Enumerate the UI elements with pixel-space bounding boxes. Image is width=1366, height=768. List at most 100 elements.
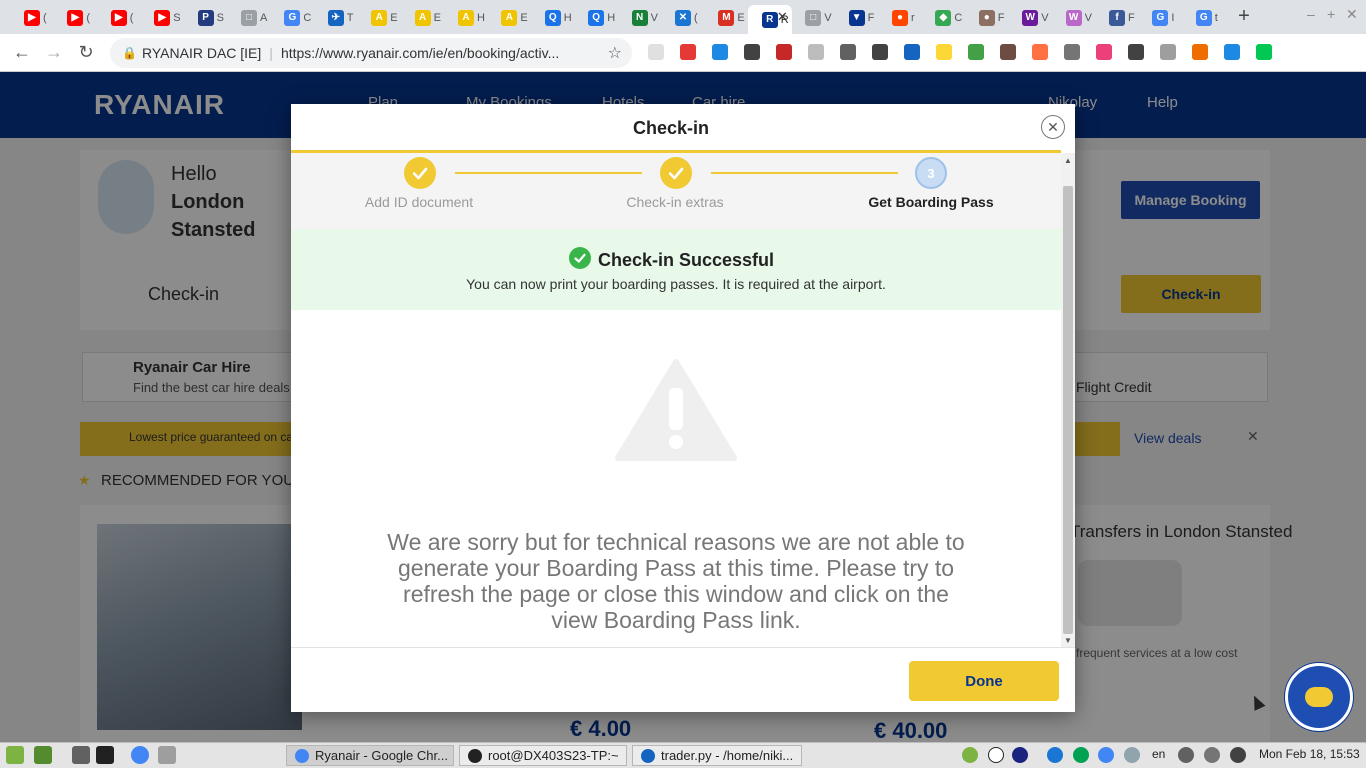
- browser-tab[interactable]: ● F: [965, 5, 1006, 30]
- browser-tab[interactable]: WV: [1052, 5, 1093, 30]
- extension-icon[interactable]: [1192, 44, 1208, 60]
- browser-tab[interactable]: ◆ C: [921, 5, 962, 30]
- hangouts-icon[interactable]: [1073, 747, 1089, 763]
- browser-tab[interactable]: Gt: [1182, 5, 1223, 30]
- tab-title: E: [520, 11, 528, 24]
- extension-icon[interactable]: [840, 44, 856, 60]
- file-manager-icon[interactable]: [72, 746, 90, 764]
- minimize-button[interactable]: –: [1307, 6, 1315, 22]
- step-label-add-id: Add ID document: [364, 194, 474, 210]
- browser-tab[interactable]: □ V: [791, 5, 832, 30]
- browser-tab[interactable]: ▶(: [53, 5, 94, 30]
- extension-icon[interactable]: [648, 44, 664, 60]
- tab-favicon-icon: G: [284, 9, 301, 26]
- browser-tab[interactable]: GC: [270, 5, 311, 30]
- extension-icon[interactable]: [776, 44, 792, 60]
- volume-icon[interactable]: [1178, 747, 1194, 763]
- extension-icon[interactable]: [1096, 44, 1112, 60]
- close-icon[interactable]: ✕: [1041, 115, 1065, 139]
- scroll-up-arrow-icon[interactable]: ▲: [1063, 156, 1073, 165]
- start-menu-icon[interactable]: [6, 746, 24, 764]
- maximize-button[interactable]: +: [1327, 6, 1335, 22]
- chat-button[interactable]: [1285, 663, 1353, 731]
- extension-icon[interactable]: [1224, 44, 1240, 60]
- forward-arrow-icon[interactable]: →: [43, 42, 65, 63]
- system-clock[interactable]: Mon Feb 18, 15:53: [1259, 747, 1360, 761]
- browser-tab[interactable]: WV: [1008, 5, 1049, 30]
- taskbar-window-button[interactable]: root@DX403S23-TP:~: [459, 745, 627, 766]
- browser-tab[interactable]: ▼ F: [835, 5, 876, 30]
- tab-favicon-icon: ▶: [110, 9, 127, 26]
- done-button[interactable]: Done: [909, 661, 1059, 701]
- error-message: We are sorry but for technical reasons w…: [387, 529, 965, 633]
- browser-tab[interactable]: GI: [1138, 5, 1179, 30]
- tab-favicon-icon: W: [1022, 9, 1039, 26]
- show-desktop-icon[interactable]: [34, 746, 52, 764]
- calculator-icon[interactable]: [158, 746, 176, 764]
- browser-tab[interactable]: ▶(: [97, 5, 138, 30]
- extension-icon[interactable]: [808, 44, 824, 60]
- extension-icon[interactable]: [1160, 44, 1176, 60]
- browser-tab[interactable]: QH: [531, 5, 572, 30]
- bluetooth-icon[interactable]: [1047, 747, 1063, 763]
- extension-icon[interactable]: [1000, 44, 1016, 60]
- extension-icon[interactable]: [1032, 44, 1048, 60]
- night-mode-icon[interactable]: [1012, 747, 1028, 763]
- extension-icon[interactable]: [968, 44, 984, 60]
- extension-icon[interactable]: [872, 44, 888, 60]
- browser-tab[interactable]: QH: [574, 5, 615, 30]
- warning-icon: [614, 358, 738, 467]
- keyboard-language[interactable]: en: [1152, 747, 1165, 761]
- browser-toolbar: ← → ↻ 🔒 RYANAIR DAC [IE] | https://www.r…: [0, 34, 1366, 72]
- extension-icon[interactable]: [680, 44, 696, 60]
- tab-close-icon[interactable]: ✕: [777, 9, 788, 25]
- browser-tab[interactable]: PS: [184, 5, 225, 30]
- browser-tab[interactable]: ✕(: [661, 5, 702, 30]
- extension-icon[interactable]: [936, 44, 952, 60]
- address-bar[interactable]: 🔒 RYANAIR DAC [IE] | https://www.ryanair…: [110, 38, 632, 68]
- new-tab-button[interactable]: +: [1236, 5, 1252, 28]
- terminal-icon[interactable]: [96, 746, 114, 764]
- extension-icon[interactable]: [1128, 44, 1144, 60]
- network-icon[interactable]: [1204, 747, 1220, 763]
- battery-icon[interactable]: [1230, 747, 1246, 763]
- browser-tab[interactable]: ME: [704, 5, 745, 30]
- browser-tab[interactable]: fF: [1095, 5, 1136, 30]
- url-text[interactable]: https://www.ryanair.com/ie/en/booking/ac…: [281, 45, 599, 61]
- tab-title: (: [86, 11, 91, 24]
- browser-tab[interactable]: ▶ S: [140, 5, 181, 30]
- clock-tray-icon[interactable]: [988, 747, 1004, 763]
- taskbar-window-title: root@DX403S23-TP:~: [488, 748, 619, 763]
- scrollbar-thumb[interactable]: [1063, 186, 1073, 634]
- extension-icon[interactable]: [1064, 44, 1080, 60]
- close-window-button[interactable]: ✕: [1346, 6, 1358, 23]
- back-arrow-icon[interactable]: ←: [11, 42, 33, 63]
- browser-tab[interactable]: □ A: [227, 5, 268, 30]
- taskbar-window-title: Ryanair - Google Chr...: [315, 748, 448, 763]
- extension-icon[interactable]: [744, 44, 760, 60]
- omnibox-divider: |: [269, 45, 273, 61]
- extension-icon[interactable]: [712, 44, 728, 60]
- browser-tab[interactable]: NV: [618, 5, 659, 30]
- browser-tab[interactable]: ● r: [878, 5, 919, 30]
- chrome-icon[interactable]: [131, 746, 149, 764]
- browser-tab[interactable]: ▶(: [10, 5, 51, 30]
- reload-icon[interactable]: ↻: [75, 42, 97, 63]
- browser-tab[interactable]: AE: [357, 5, 398, 30]
- browser-tab[interactable]: AE: [401, 5, 442, 30]
- tab-strip: ▶(▶(▶(▶ S P S □ A G C ✈ T A E A E A H A E Q H Q H N V ✕(M E R R ✕ □ V ▼…: [0, 0, 1366, 34]
- taskbar-window-button[interactable]: trader.py - /home/niki...: [632, 745, 802, 766]
- extension-icon[interactable]: [904, 44, 920, 60]
- shield-icon[interactable]: [1124, 747, 1140, 763]
- browser-tab[interactable]: AH: [444, 5, 485, 30]
- extension-icon[interactable]: [1256, 44, 1272, 60]
- scroll-down-arrow-icon[interactable]: ▼: [1063, 636, 1073, 645]
- chrome-tray-icon[interactable]: [1098, 747, 1114, 763]
- browser-tab[interactable]: R R ✕: [747, 5, 792, 34]
- browser-tab[interactable]: ✈ T: [314, 5, 355, 30]
- browser-tab[interactable]: AE: [487, 5, 528, 30]
- bookmark-star-icon[interactable]: ☆: [608, 43, 622, 63]
- tab-favicon-icon: ●: [978, 9, 995, 26]
- taskbar-window-button[interactable]: Ryanair - Google Chr...: [286, 745, 454, 766]
- leaf-tray-icon[interactable]: [962, 747, 978, 763]
